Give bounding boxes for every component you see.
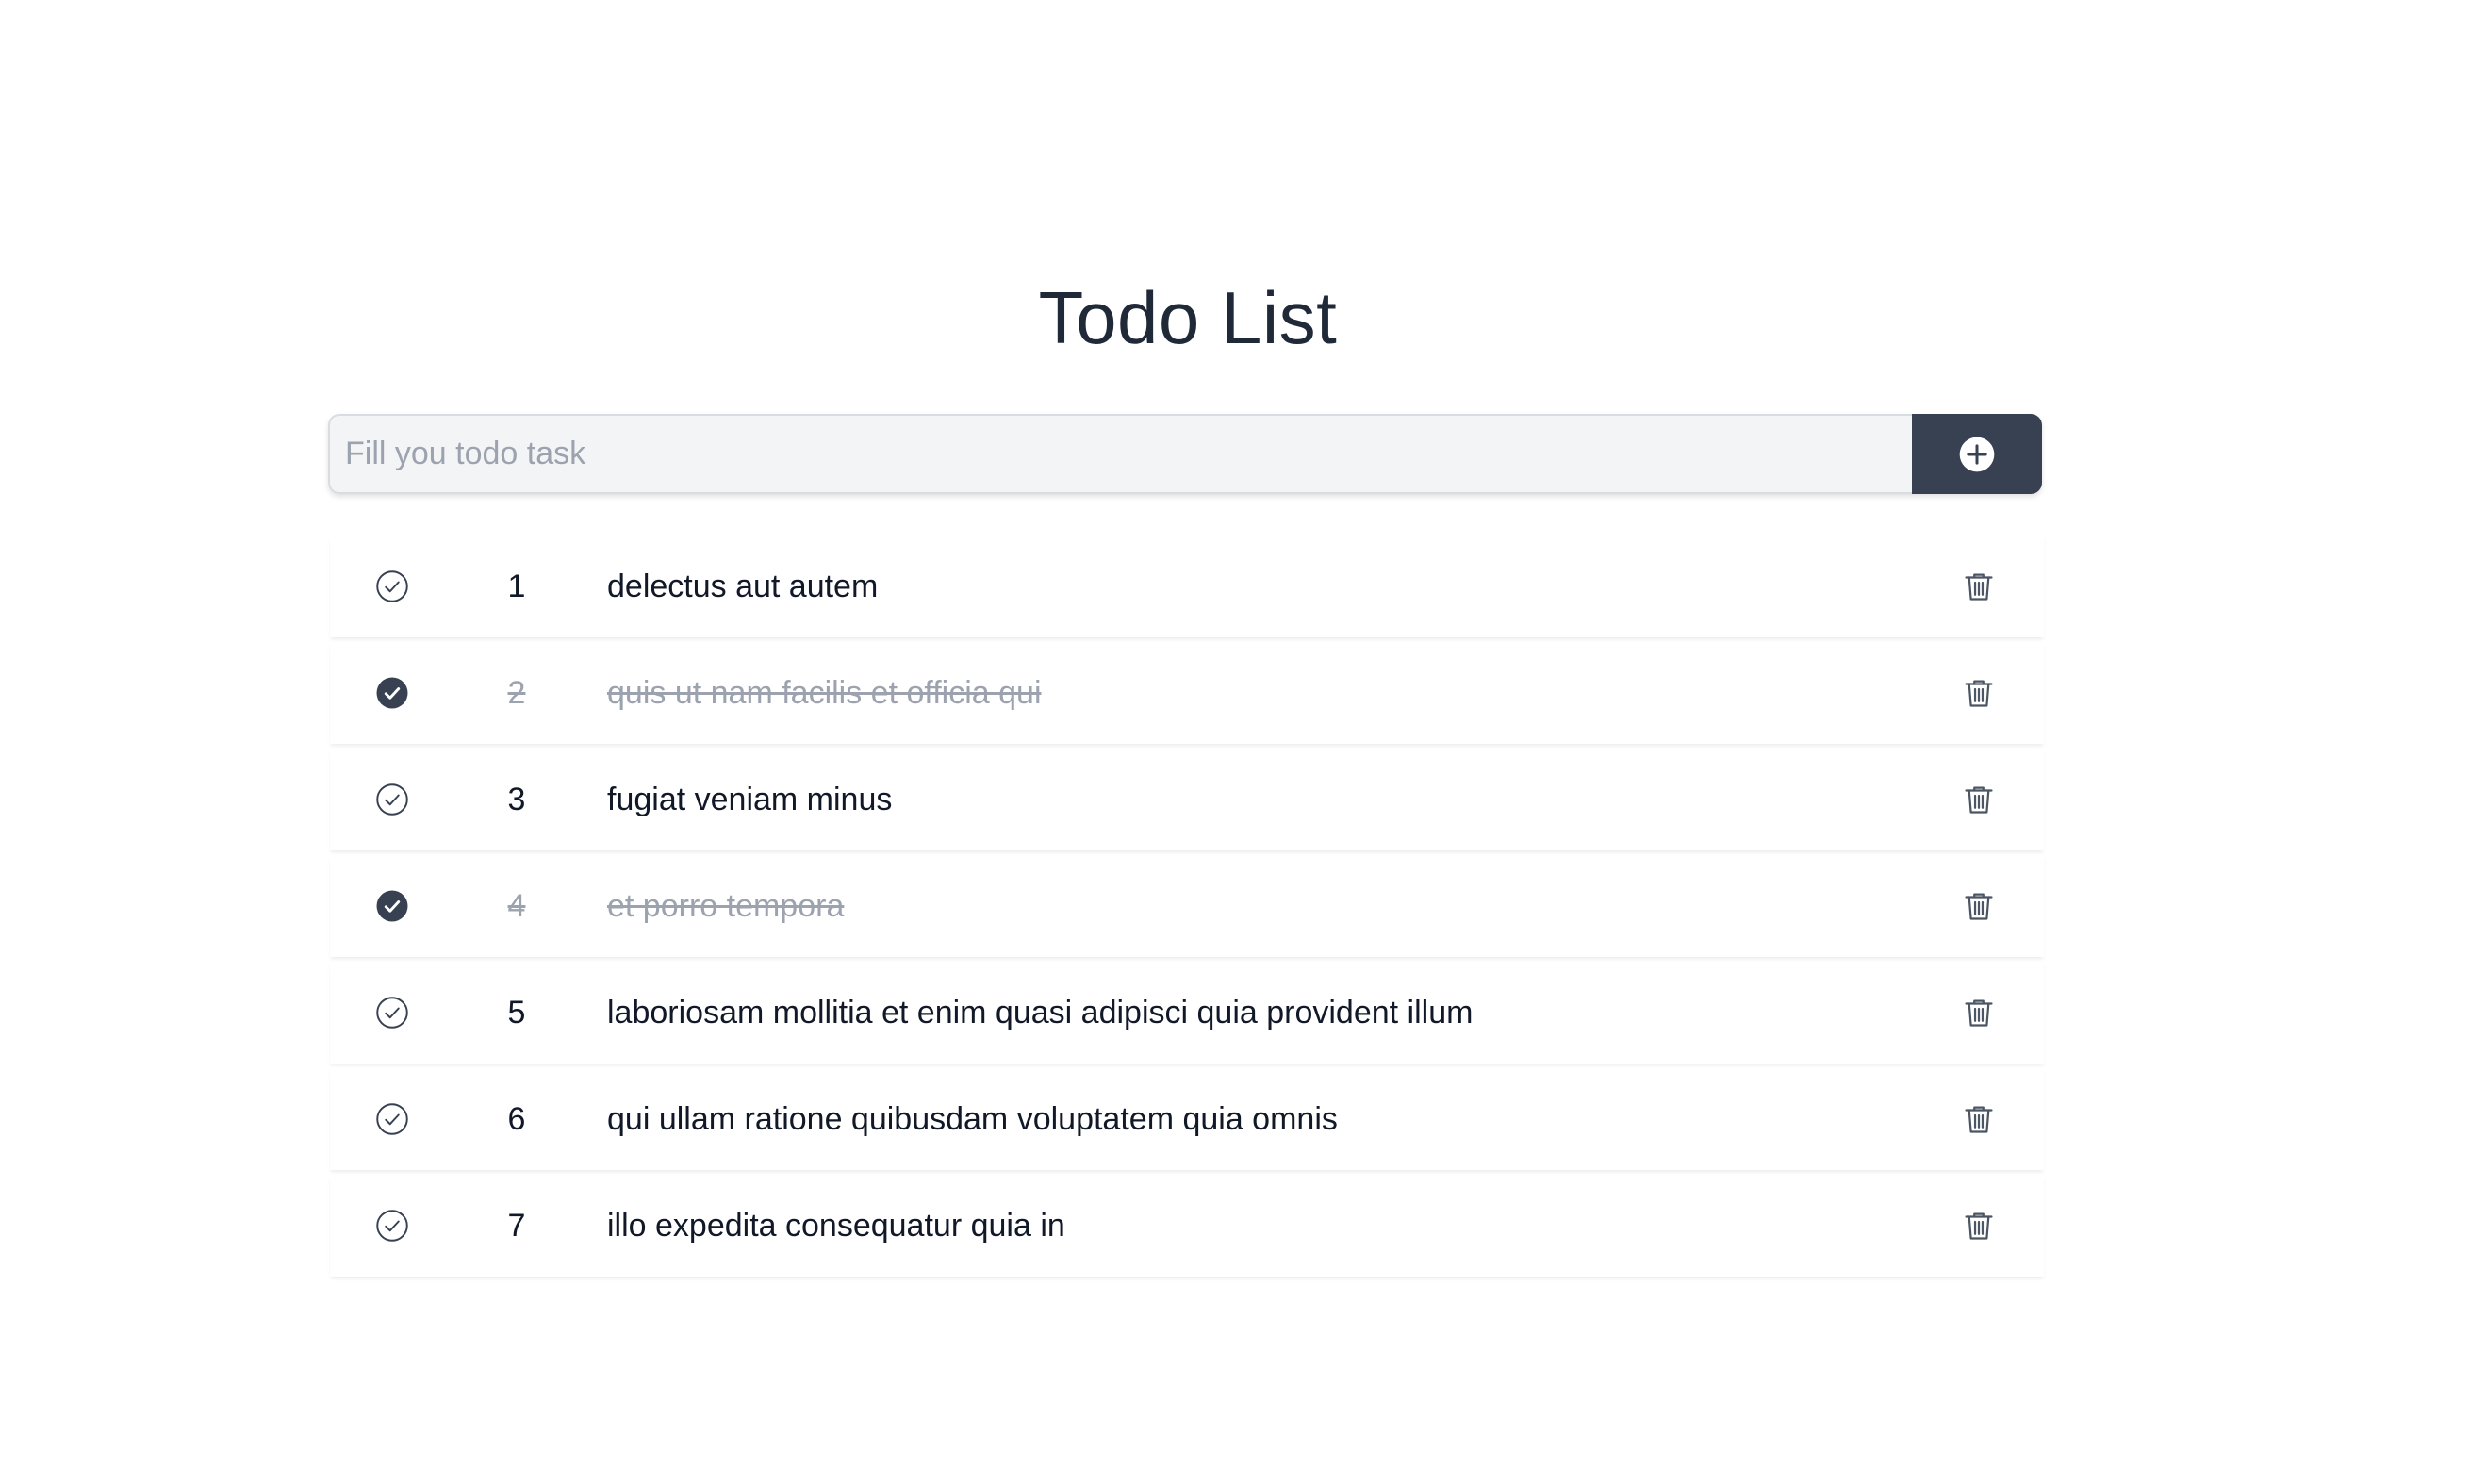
trash-icon xyxy=(1965,893,1993,920)
todo-text: et porro tempora xyxy=(607,888,845,924)
delete-todo-button[interactable] xyxy=(1961,675,1997,711)
mark-complete-button[interactable] xyxy=(375,1209,409,1243)
check-circle-outline-icon xyxy=(376,997,408,1029)
todo-row: 6 qui ullam ratione quibusdam voluptatem… xyxy=(330,1068,2044,1170)
check-circle-outline-icon xyxy=(376,1103,408,1135)
todo-number: 7 xyxy=(507,1208,526,1244)
todo-number: 2 xyxy=(507,675,526,711)
trash-icon xyxy=(1965,680,1993,707)
todo-text: delectus aut autem xyxy=(607,569,879,604)
check-circle-outline-icon xyxy=(376,1210,408,1242)
todo-text: quis ut nam facilis et officia qui xyxy=(607,675,1042,711)
mark-incomplete-button[interactable] xyxy=(375,676,409,710)
todo-text: laboriosam mollitia et enim quasi adipis… xyxy=(607,995,1474,1031)
plus-circle-icon xyxy=(1959,437,1995,471)
todo-number: 3 xyxy=(507,782,526,817)
trash-icon xyxy=(1965,999,1993,1027)
todo-text: illo expedita consequatur quia in xyxy=(607,1208,1065,1244)
todo-text: qui ullam ratione quibusdam voluptatem q… xyxy=(607,1101,1338,1137)
delete-todo-button[interactable] xyxy=(1961,569,1997,604)
page-title: Todo List xyxy=(1038,276,1338,360)
mark-complete-button[interactable] xyxy=(375,996,409,1030)
todo-number: 6 xyxy=(507,1101,526,1137)
check-circle-outline-icon xyxy=(376,570,408,602)
todo-row: 3 fugiat veniam minus xyxy=(330,749,2044,850)
trash-icon xyxy=(1965,573,1993,601)
delete-todo-button[interactable] xyxy=(1961,1208,1997,1244)
todo-row: 2 quis ut nam facilis et officia qui xyxy=(330,642,2044,744)
delete-todo-button[interactable] xyxy=(1961,782,1997,817)
trash-icon xyxy=(1965,786,1993,814)
todo-input-bar xyxy=(328,414,2042,494)
mark-complete-button[interactable] xyxy=(375,783,409,816)
todo-row: 1 delectus aut autem xyxy=(330,536,2044,637)
trash-icon xyxy=(1965,1212,1993,1240)
check-circle-filled-icon xyxy=(376,890,408,922)
trash-icon xyxy=(1965,1106,1993,1133)
check-circle-filled-icon xyxy=(376,677,408,709)
todo-number: 5 xyxy=(507,995,526,1031)
mark-incomplete-button[interactable] xyxy=(375,889,409,923)
mark-complete-button[interactable] xyxy=(375,569,409,603)
todo-input[interactable] xyxy=(328,414,1912,494)
check-circle-outline-icon xyxy=(376,783,408,816)
todo-row: 7 illo expedita consequatur quia in xyxy=(330,1175,2044,1277)
todo-number: 4 xyxy=(507,888,526,924)
todo-row: 4 et porro tempora xyxy=(330,855,2044,957)
todo-text: fugiat veniam minus xyxy=(607,782,893,817)
add-todo-button[interactable] xyxy=(1912,414,2042,494)
todo-list: 1 delectus aut autem 2 quis ut nam facil… xyxy=(330,536,2044,1281)
mark-complete-button[interactable] xyxy=(375,1102,409,1136)
todo-row: 5 laboriosam mollitia et enim quasi adip… xyxy=(330,962,2044,1064)
delete-todo-button[interactable] xyxy=(1961,995,1997,1031)
delete-todo-button[interactable] xyxy=(1961,888,1997,924)
delete-todo-button[interactable] xyxy=(1961,1101,1997,1137)
todo-number: 1 xyxy=(507,569,526,604)
